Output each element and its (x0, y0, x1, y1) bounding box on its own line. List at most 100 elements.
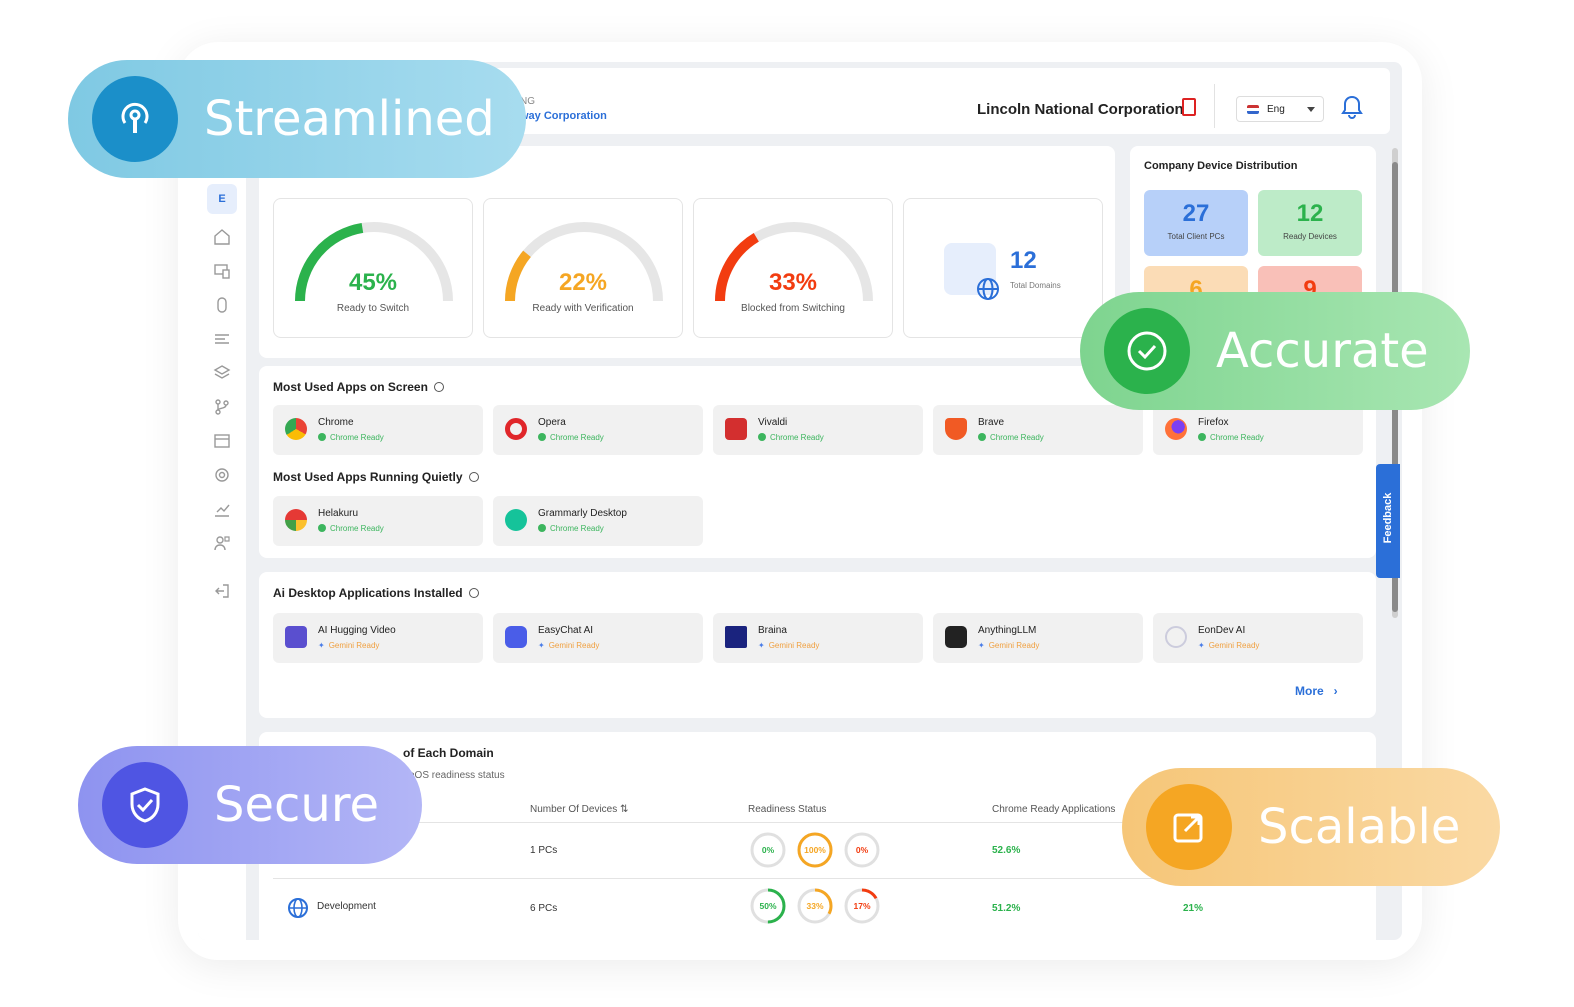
app-vivaldi[interactable]: Vivaldi Chrome Ready (713, 405, 923, 455)
section-title-quiet-apps: Most Used Apps Running Quietly (273, 470, 479, 484)
app-eondev-ai[interactable]: EonDev AI Gemini Ready (1153, 613, 1363, 663)
braina-icon (725, 626, 747, 648)
app-brave[interactable]: Brave Chrome Ready (933, 405, 1143, 455)
app-anythingllm[interactable]: AnythingLLM Gemini Ready (933, 613, 1143, 663)
home-icon[interactable] (213, 228, 231, 246)
app-braina[interactable]: Braina Gemini Ready (713, 613, 923, 663)
app-name: Firefox (1198, 417, 1229, 428)
secure-pill: Secure (78, 746, 422, 864)
video-ai-icon (285, 626, 307, 648)
streamlined-pill: Streamlined (68, 60, 526, 178)
devices-icon[interactable] (213, 262, 231, 280)
gauge-label: Ready to Switch (336, 303, 410, 314)
distribution-title: Company Device Distribution (1144, 160, 1298, 172)
section-subtitle-domain: eOS readiness status (409, 770, 505, 781)
brave-icon (945, 418, 967, 440)
app-name: Grammarly Desktop (538, 508, 627, 519)
app-chrome[interactable]: Chrome Chrome Ready (273, 405, 483, 455)
opera-icon (505, 418, 527, 440)
grammarly-icon (505, 509, 527, 531)
total-client-pcs-tile[interactable]: 27 Total Client PCs (1144, 190, 1248, 256)
info-icon[interactable] (468, 588, 479, 598)
section-title-text: Most Used Apps on Screen (273, 380, 428, 394)
readiness-ring: 100% (796, 831, 834, 869)
app-status: Gemini Ready (538, 641, 600, 650)
eondev-icon (1165, 626, 1187, 648)
app-name: Helakuru (318, 508, 359, 519)
shield-icon (102, 762, 188, 848)
app-opera[interactable]: Opera Chrome Ready (493, 405, 703, 455)
svg-text:17%: 17% (853, 901, 870, 911)
mouse-icon[interactable] (213, 296, 231, 314)
feedback-label: Feedback (1382, 492, 1394, 544)
row-domain: Development (317, 901, 376, 912)
row-devices: 6 PCs (530, 903, 558, 914)
pill-label: Secure (214, 777, 380, 833)
gauge-label: Ready with Verification (532, 303, 634, 314)
app-status: Gemini Ready (1198, 641, 1260, 650)
info-icon[interactable] (468, 472, 479, 482)
list-icon[interactable] (213, 330, 231, 348)
row-extra-value: 21% (1183, 903, 1204, 914)
app-firefox[interactable]: Firefox Chrome Ready (1153, 405, 1363, 455)
readiness-ring: 0% (843, 831, 881, 869)
ready-devices-tile[interactable]: 12 Ready Devices (1258, 190, 1362, 256)
users-icon[interactable] (213, 534, 231, 552)
branch-icon[interactable] (213, 398, 231, 416)
firefox-icon (1165, 418, 1187, 440)
app-status: Chrome Ready (318, 433, 384, 442)
tile-label: Total Client PCs (1167, 232, 1225, 241)
section-title-text: Ai Desktop Applications Installed (273, 586, 463, 600)
app-status: Chrome Ready (1198, 433, 1264, 442)
chevron-down-icon (1307, 106, 1315, 112)
svg-text:0%: 0% (856, 845, 869, 855)
language-select[interactable]: Eng (1236, 96, 1324, 122)
total-domains-count: 12 (1010, 247, 1037, 274)
browser-icon[interactable] (213, 432, 231, 450)
app-ai-hugging-video[interactable]: AI Hugging Video Gemini Ready (273, 613, 483, 663)
svg-text:33%: 33% (806, 901, 823, 911)
logo-name: way Corporation (520, 110, 607, 122)
app-status: Chrome Ready (318, 524, 384, 533)
app-name: EasyChat AI (538, 625, 594, 636)
chart-icon[interactable] (213, 500, 231, 518)
app-status: Chrome Ready (978, 433, 1044, 442)
section-title-text: Most Used Apps Running Quietly (273, 470, 463, 484)
gauge-percent: 45% (348, 269, 398, 296)
readiness-ring: 50% (749, 887, 787, 925)
vivaldi-icon (725, 418, 747, 440)
chevron-right-icon: › (1333, 684, 1338, 698)
chrome-icon[interactable] (213, 466, 231, 484)
check-circle-icon (1104, 308, 1190, 394)
layers-icon[interactable] (213, 364, 231, 382)
more-link[interactable]: More › (1295, 684, 1338, 698)
chrome-icon (285, 418, 307, 440)
total-domains-label: Total Domains (1010, 281, 1061, 290)
app-name: AnythingLLM (978, 625, 1037, 636)
app-easychat-ai[interactable]: EasyChat AI Gemini Ready (493, 613, 703, 663)
gauge-percent: 22% (558, 269, 608, 296)
app-grammarly[interactable]: Grammarly Desktop Chrome Ready (493, 496, 703, 546)
section-title-screen-apps: Most Used Apps on Screen (273, 380, 444, 394)
col-header-devices[interactable]: Number Of Devices ⇅ (530, 804, 628, 815)
robot-icon (505, 626, 527, 648)
app-name: Braina (758, 625, 787, 636)
total-domains-tile[interactable]: 12 Total Domains (903, 198, 1103, 338)
feedback-tab[interactable]: Feedback (1376, 464, 1400, 578)
app-name: AI Hugging Video (318, 625, 396, 636)
sidebar-item-workspace[interactable]: E (207, 184, 237, 214)
readiness-ring: 33% (796, 887, 834, 925)
row-chrome-ready: 51.2% (992, 903, 1021, 914)
gauge-blocked: 33% Blocked from Switching (693, 198, 893, 338)
logout-icon[interactable] (213, 582, 231, 600)
tile-label: Ready Devices (1283, 232, 1337, 241)
pill-label: Accurate (1216, 323, 1429, 379)
bell-icon[interactable] (1340, 94, 1364, 120)
row-devices: 1 PCs (530, 845, 558, 856)
app-name: Brave (978, 417, 1005, 428)
app-status: Gemini Ready (318, 641, 380, 650)
app-status: Gemini Ready (758, 641, 820, 650)
app-helakuru[interactable]: Helakuru Chrome Ready (273, 496, 483, 546)
app-status: Chrome Ready (538, 524, 604, 533)
info-icon[interactable] (433, 382, 444, 392)
